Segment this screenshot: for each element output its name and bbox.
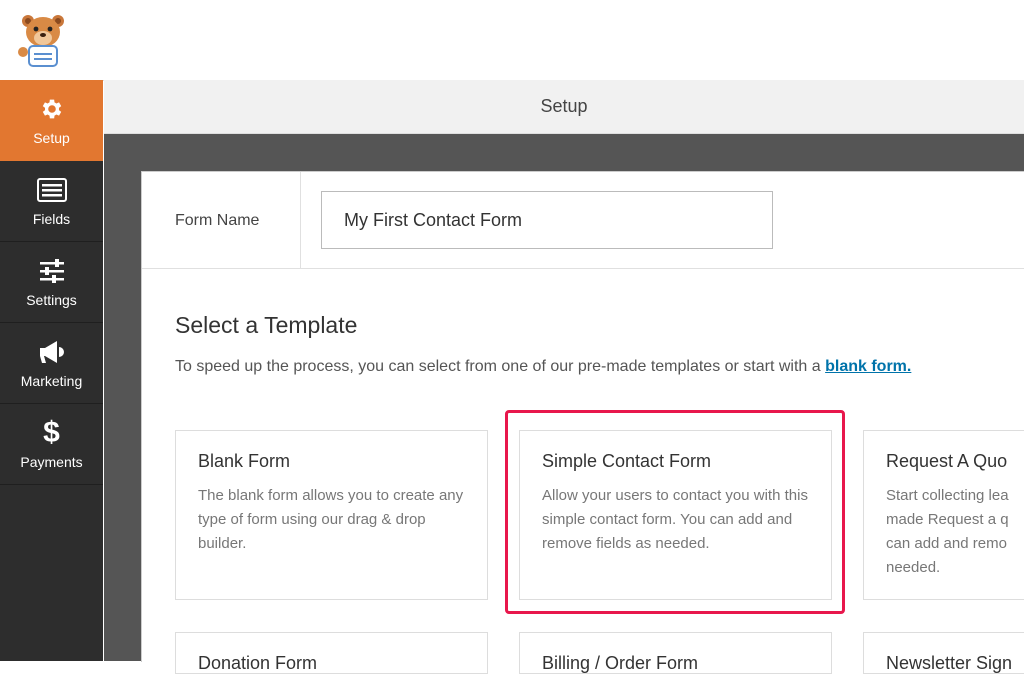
megaphone-icon [37, 337, 67, 367]
template-card-title: Simple Contact Form [542, 451, 712, 471]
gear-icon [37, 94, 67, 124]
sidebar-item-label: Setup [33, 130, 70, 146]
description-text: To speed up the process, you can select … [175, 358, 826, 375]
sidebar-item-label: Payments [20, 454, 83, 470]
template-card-title: Request A Quo [886, 451, 1008, 471]
sidebar-item-fields[interactable]: Fields [0, 161, 103, 242]
sidebar-item-settings[interactable]: Settings [0, 242, 103, 323]
form-name-label: Form Name [175, 212, 260, 229]
template-card-title: Billing / Order Form [542, 653, 699, 673]
divider [300, 172, 301, 268]
select-template-description: To speed up the process, you can select … [175, 358, 911, 376]
sliders-icon [37, 256, 67, 286]
wpforms-bear-logo[interactable] [14, 10, 72, 68]
template-card-billing-order-form[interactable]: Billing / Order Form [519, 632, 832, 674]
template-card-title: Newsletter Sign [886, 653, 1013, 673]
template-card-donation-form[interactable]: Donation Form [175, 632, 488, 674]
form-name-input[interactable] [321, 191, 773, 249]
form-name-row: Form Name [142, 172, 1024, 269]
dollar-icon: $ [43, 416, 60, 449]
template-card-title: Donation Form [198, 653, 318, 673]
template-card-request-a-quote[interactable]: Request A Quo Start collecting lea made … [863, 430, 1024, 600]
page-title: Setup [104, 80, 1024, 134]
template-card-description: Start collecting lea made Request a q ca… [886, 487, 1009, 576]
top-bar [0, 0, 1024, 81]
template-card-newsletter-signup[interactable]: Newsletter Sign [863, 632, 1024, 674]
template-card-title: Blank Form [198, 451, 291, 471]
builder-sidebar: Setup Fields Settings Marketing $ Paymen… [0, 80, 103, 661]
sidebar-item-label: Fields [32, 211, 71, 227]
sidebar-item-label: Marketing [20, 373, 83, 389]
template-card-description: The blank form allows you to create any … [198, 487, 464, 552]
template-card-description: Allow your users to contact you with thi… [542, 487, 808, 552]
template-card-simple-contact-form[interactable]: Simple Contact Form Allow your users to … [519, 430, 832, 600]
select-template-heading: Select a Template [175, 312, 358, 338]
setup-panel: Form Name Select a Template To speed up … [141, 171, 1024, 674]
sidebar-item-setup[interactable]: Setup [0, 80, 103, 161]
blank-form-link[interactable]: blank form. [825, 358, 911, 375]
sidebar-item-marketing[interactable]: Marketing [0, 323, 103, 404]
template-card-blank-form[interactable]: Blank Form The blank form allows you to … [175, 430, 488, 600]
sidebar-item-label: Settings [26, 292, 77, 308]
sidebar-item-payments[interactable]: $ Payments [0, 404, 103, 485]
fields-list-icon [36, 175, 67, 205]
